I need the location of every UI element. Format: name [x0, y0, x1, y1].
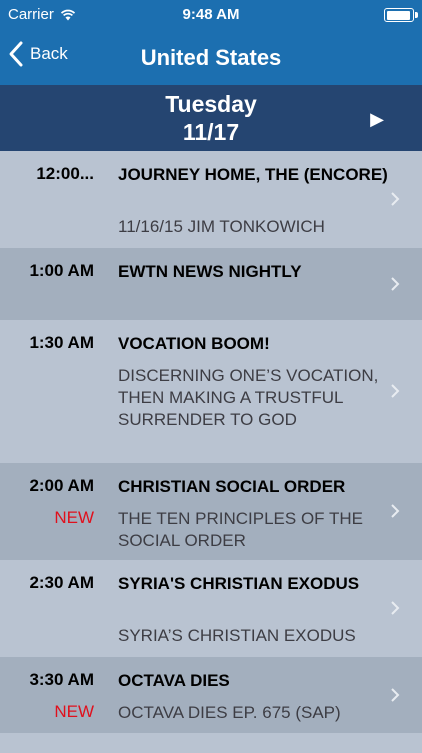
- schedule-time: 3:30 AM: [29, 670, 94, 689]
- schedule-subtitle: 11/16/15 JIM TONKOWICH: [118, 217, 325, 236]
- schedule-subtitle: OCTAVA DIES EP. 675 (SAP): [118, 703, 341, 722]
- battery-icon: [384, 8, 418, 22]
- date-label: 11/17: [182, 119, 240, 145]
- status-bar: Carrier 9:48 AM: [0, 0, 422, 30]
- schedule-title: EWTN NEWS NIGHTLY: [118, 262, 302, 281]
- chevron-right-icon: [391, 601, 400, 615]
- status-time: 9:48 AM: [182, 6, 240, 23]
- schedule-title: SYRIA'S CHRISTIAN EXODUS: [118, 574, 360, 593]
- schedule-row[interactable]: 3:30 AM NEW OCTAVA DIES OCTAVA DIES EP. …: [0, 657, 422, 733]
- schedule-title: OCTAVA DIES: [118, 671, 230, 690]
- chevron-right-icon: [391, 192, 400, 206]
- next-day-button[interactable]: ▶: [370, 109, 384, 130]
- new-badge: NEW: [54, 702, 94, 721]
- schedule-row[interactable]: 12:00... JOURNEY HOME, THE (ENCORE) 11/1…: [0, 151, 422, 248]
- schedule-row[interactable]: 1:00 AM EWTN NEWS NIGHTLY: [0, 248, 422, 320]
- schedule-time: 2:00 AM: [29, 476, 94, 495]
- schedule-time: 2:30 AM: [29, 573, 94, 592]
- chevron-right-icon: [391, 277, 400, 291]
- chevron-right-icon: [391, 688, 400, 702]
- schedule-subtitle: DISCERNING ONE’S VOCATION, THEN MAKING A…: [118, 366, 379, 429]
- chevron-right-icon: [391, 504, 400, 518]
- schedule-time: 1:00 AM: [29, 261, 94, 280]
- schedule-title: CHRISTIAN SOCIAL ORDER: [118, 477, 346, 496]
- schedule-subtitle: SYRIA’S CHRISTIAN EXODUS: [118, 626, 356, 645]
- schedule-subtitle: THE TEN PRINCIPLES OF THE SOCIAL ORDER: [118, 509, 363, 550]
- schedule-row[interactable]: 2:00 AM NEW CHRISTIAN SOCIAL ORDER THE T…: [0, 463, 422, 560]
- schedule-time: 1:30 AM: [29, 333, 94, 352]
- schedule-row[interactable]: 1:30 AM VOCATION BOOM! DISCERNING ONE’S …: [0, 320, 422, 463]
- schedule-time: 12:00...: [36, 164, 94, 183]
- page-title: United States: [140, 45, 282, 70]
- schedule-row-partial[interactable]: [0, 733, 422, 753]
- chevron-right-icon: [391, 384, 400, 398]
- navigation-bar: Back United States: [0, 30, 422, 85]
- day-header: Tuesday 11/17 ▶: [0, 85, 422, 151]
- schedule-title: JOURNEY HOME, THE (ENCORE): [118, 165, 388, 184]
- new-badge: NEW: [54, 508, 94, 527]
- schedule-row[interactable]: 2:30 AM SYRIA'S CHRISTIAN EXODUS SYRIA’S…: [0, 560, 422, 657]
- day-label: Tuesday: [165, 91, 257, 117]
- schedule-title: VOCATION BOOM!: [118, 334, 270, 353]
